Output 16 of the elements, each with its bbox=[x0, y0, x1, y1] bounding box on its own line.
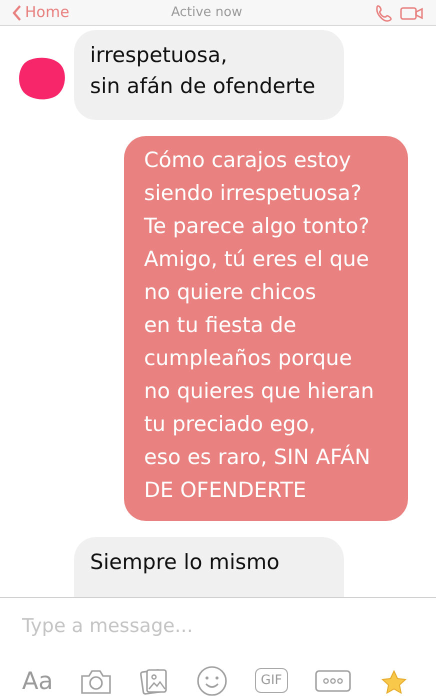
status-text: Active now bbox=[170, 4, 244, 22]
chevron-left-icon bbox=[12, 4, 21, 20]
sent-message: Cómo carajos estoy siendo irrespetuosa? Te parece algo tonto? Amigo, tú eres el que no quiere chicos en tu fiesta de cumpleaños porque no quieres que hieran tu preciado ego, eso es raro, SIN AFÁN DE OFENDERTE bbox=[124, 136, 408, 521]
received-message: Siempre lo mismo bbox=[74, 537, 344, 597]
received-message: irrespetuosa, sin afán de ofenderte bbox=[74, 30, 344, 120]
call-button[interactable] bbox=[374, 4, 394, 22]
more-button[interactable] bbox=[315, 668, 352, 692]
phone-icon bbox=[374, 4, 394, 22]
emoji-button[interactable] bbox=[196, 664, 228, 696]
text-format-button[interactable]: Aa bbox=[22, 662, 54, 698]
more-icon bbox=[315, 668, 352, 692]
smiley-icon bbox=[196, 664, 228, 696]
gif-button[interactable]: GIF bbox=[254, 668, 288, 694]
video-button[interactable] bbox=[400, 4, 424, 20]
video-camera-icon bbox=[400, 4, 424, 20]
back-button[interactable]: Home bbox=[12, 1, 70, 24]
